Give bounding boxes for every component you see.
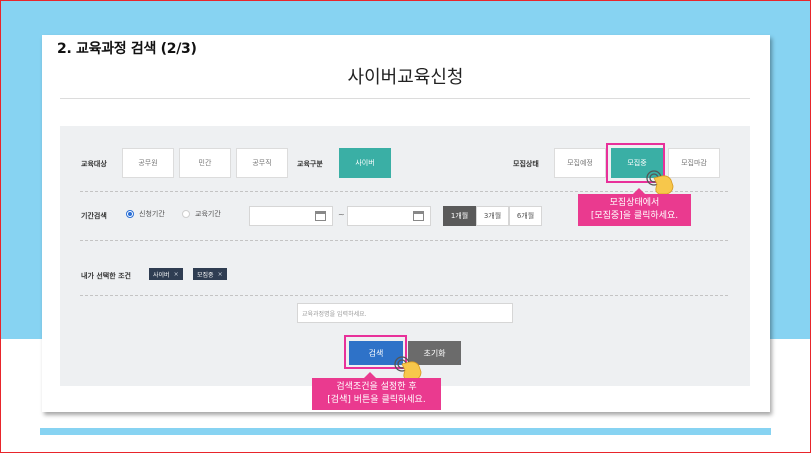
calendar-icon[interactable] — [413, 211, 424, 221]
hand-pointer-icon — [646, 170, 674, 195]
remove-icon[interactable]: × — [174, 271, 179, 278]
page-title: 사이버교육신청 — [347, 67, 464, 88]
callout-search-instruction: 검색조건을 설정한 후 [검색] 버튼을 클릭하세요. — [312, 372, 441, 410]
step-title: 2. 교육과정 검색 (2/3) — [57, 41, 197, 57]
callout-line: 모집상태에서 — [609, 198, 660, 208]
target-option-civilian[interactable]: 민간 — [179, 148, 231, 178]
radio-edu-label: 교육기간 — [195, 210, 221, 218]
period-label: 기간검색 — [81, 212, 107, 220]
chip-label: 모집중 — [197, 271, 214, 279]
radio-apply-period[interactable]: 신청기간 — [126, 209, 165, 219]
range-1-month[interactable]: 1개월 — [443, 206, 476, 226]
divider — [80, 240, 728, 241]
remove-icon[interactable]: × — [218, 271, 223, 278]
course-search-input[interactable]: 교육과정명을 입력하세요. — [297, 303, 513, 323]
end-date-input[interactable] — [347, 206, 431, 226]
target-option-official[interactable]: 공무원 — [122, 148, 174, 178]
status-option-closed[interactable]: 모집마감 — [668, 148, 720, 178]
condition-chip-recruiting: 모집중 × — [193, 268, 227, 280]
callout-line: [검색] 버튼을 클릭하세요. — [327, 395, 426, 405]
radio-selected-icon — [126, 210, 134, 218]
callout-line: [모집중]을 클릭하세요. — [590, 211, 679, 221]
condition-chip-cyber: 사이버 × — [149, 268, 183, 280]
start-date-input[interactable] — [249, 206, 333, 226]
type-label: 교육구분 — [297, 160, 323, 168]
selected-conditions-label: 내가 선택한 조건 — [81, 272, 131, 280]
bottom-stripe — [40, 428, 771, 435]
range-6-months[interactable]: 6개월 — [509, 206, 542, 226]
range-3-months[interactable]: 3개월 — [476, 206, 509, 226]
calendar-icon[interactable] — [315, 211, 326, 221]
radio-apply-label: 신청기간 — [139, 210, 165, 218]
target-label: 교육대상 — [81, 160, 107, 168]
status-option-upcoming[interactable]: 모집예정 — [554, 148, 606, 178]
target-option-public-worker[interactable]: 공무직 — [236, 148, 288, 178]
radio-unselected-icon — [182, 210, 190, 218]
status-label: 모집상태 — [513, 160, 539, 168]
date-separator: ~ — [338, 210, 345, 219]
divider — [80, 295, 728, 296]
radio-edu-period[interactable]: 교육기간 — [182, 209, 221, 219]
title-divider — [60, 98, 750, 99]
type-option-cyber[interactable]: 사이버 — [339, 148, 391, 178]
callout-status-instruction: 모집상태에서 [모집중]을 클릭하세요. — [578, 188, 691, 226]
callout-line: 검색조건을 설정한 후 — [336, 382, 417, 392]
divider — [80, 191, 728, 192]
chip-label: 사이버 — [153, 271, 170, 279]
